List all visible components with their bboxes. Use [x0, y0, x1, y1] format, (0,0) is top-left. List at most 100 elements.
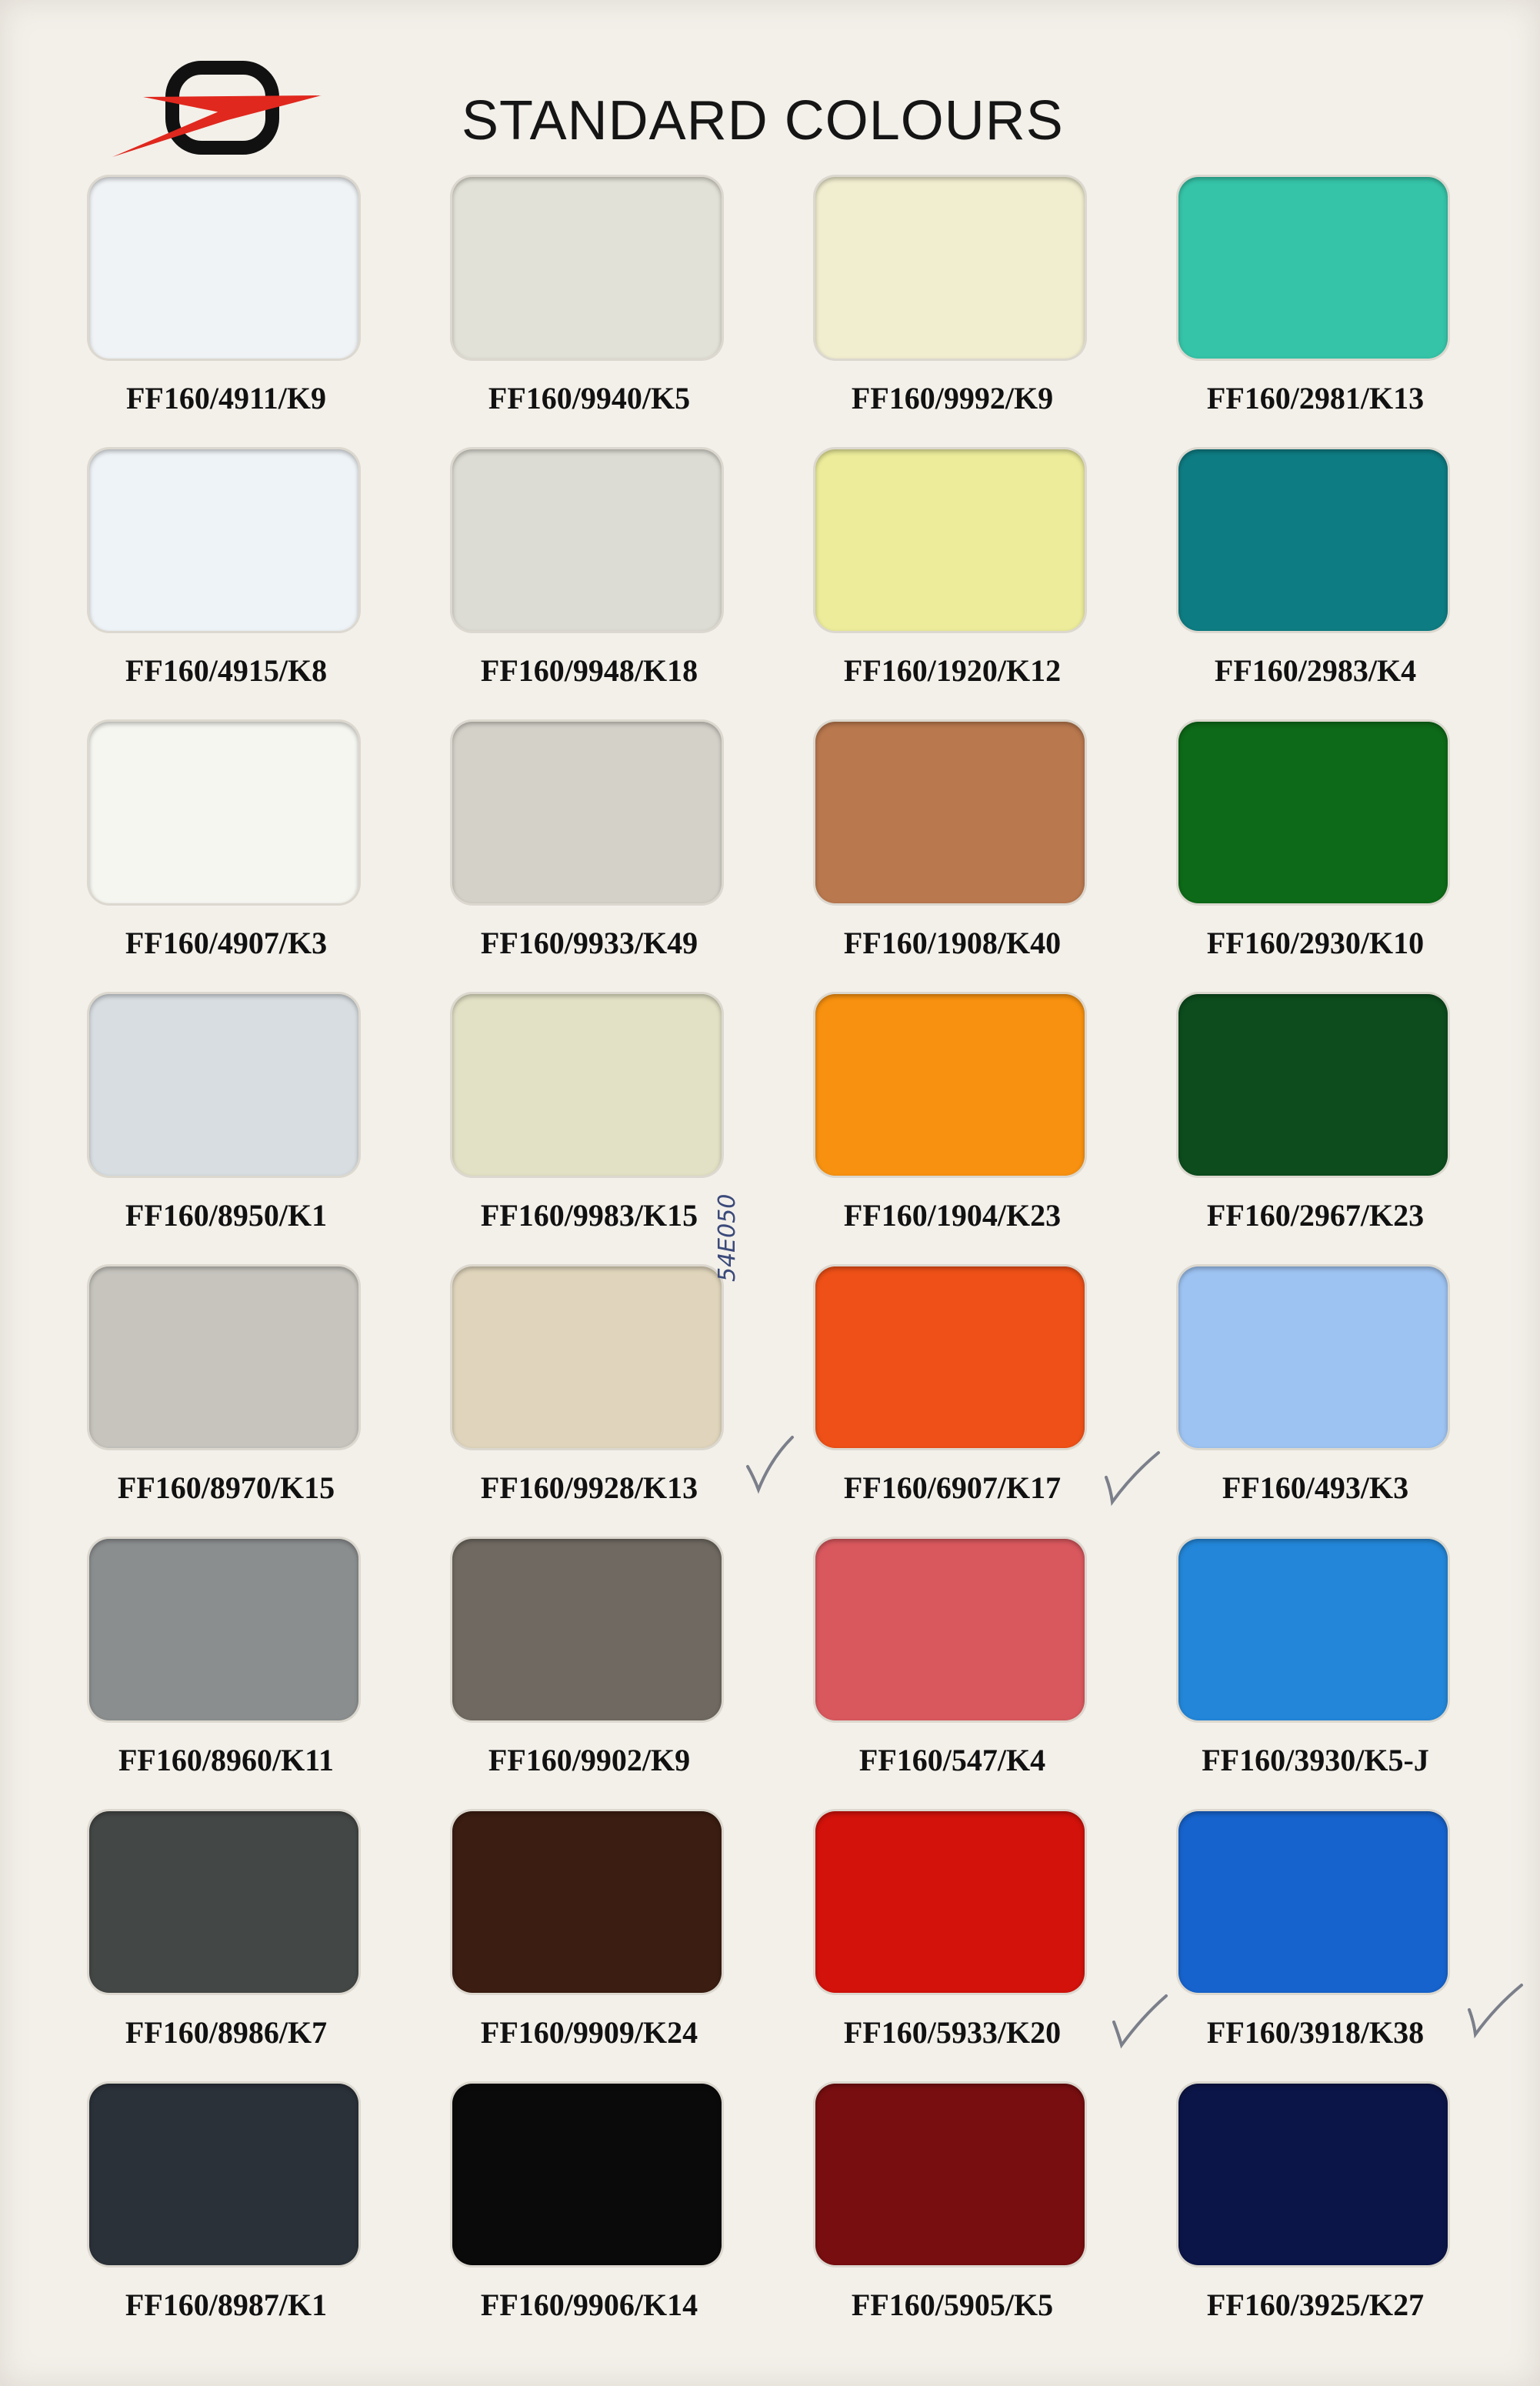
swatch-tile: FF160/2967/K23 — [1175, 991, 1455, 1263]
colour-chip — [452, 449, 722, 631]
swatch-tile: FF160/5933/K20 — [812, 1808, 1092, 2081]
colour-chip — [1178, 1811, 1448, 1993]
swatch-tile: FF160/9906/K14 — [449, 2081, 729, 2353]
colour-code-label: FF160/9909/K24 — [480, 2015, 698, 2050]
swatch-tile: FF160/8960/K11 — [86, 1536, 366, 1808]
colour-chip — [815, 1811, 1085, 1993]
colour-code-label: FF160/9906/K14 — [480, 2288, 698, 2322]
colour-chip — [1178, 722, 1448, 903]
colour-code-label: FF160/8987/K1 — [125, 2288, 328, 2322]
colour-chip — [452, 1811, 722, 1993]
colour-chip — [89, 449, 358, 631]
colour-chip — [815, 2084, 1085, 2265]
colour-code-label: FF160/4907/K3 — [125, 926, 328, 960]
swatch-tile: FF160/9909/K24 — [449, 1808, 729, 2081]
colour-code-label: FF160/4915/K8 — [125, 653, 328, 688]
colour-chip — [452, 177, 722, 359]
colour-chip — [89, 1539, 358, 1720]
check-mark-icon — [746, 1436, 794, 1494]
swatch-tile: FF160/5905/K5 — [812, 2081, 1092, 2353]
swatch-tile: FF160/9992/K9 — [812, 174, 1092, 446]
brand-logo — [112, 61, 322, 157]
colour-chip — [452, 2084, 722, 2265]
swatch-tile: FF160/1920/K12 — [812, 446, 1092, 719]
colour-code-label: FF160/547/K4 — [858, 1743, 1046, 1777]
colour-code-label: FF160/4911/K9 — [126, 381, 326, 415]
colour-code-label: FF160/9902/K9 — [488, 1743, 691, 1777]
colour-chip — [89, 722, 358, 903]
swatch-tile: FF160/4907/K3 — [86, 719, 366, 991]
colour-code-label: FF160/2983/K4 — [1214, 653, 1417, 688]
colour-code-label: FF160/9983/K15 — [480, 1198, 698, 1233]
colour-code-label: FF160/3918/K38 — [1206, 2015, 1425, 2050]
colour-card: STANDARD COLOURS FF160/4911/K9 FF160/9940… — [0, 0, 1540, 2386]
colour-chip — [452, 1539, 722, 1720]
swatch-tile: FF160/9940/K5 — [449, 174, 729, 446]
swatch-tile: FF160/9928/K13 — [449, 1263, 729, 1536]
swatch-tile: FF160/8970/K15 — [86, 1263, 366, 1536]
colour-chip — [1178, 1266, 1448, 1448]
colour-chip — [815, 1539, 1085, 1720]
swatch-tile: FF160/2981/K13 — [1175, 174, 1455, 446]
colour-chip — [89, 994, 358, 1176]
colour-chip — [452, 1266, 722, 1448]
colour-code-label: FF160/493/K3 — [1222, 1470, 1409, 1505]
colour-code-label: FF160/2981/K13 — [1206, 381, 1425, 415]
swatch-tile: FF160/1908/K40 — [812, 719, 1092, 991]
swatch-tile: FF160/9902/K9 — [449, 1536, 729, 1808]
colour-code-label: FF160/1904/K23 — [843, 1198, 1062, 1233]
colour-code-label: FF160/2967/K23 — [1206, 1198, 1425, 1233]
colour-chip — [89, 1266, 358, 1448]
colour-code-label: FF160/2930/K10 — [1206, 926, 1425, 960]
swatch-tile: FF160/9933/K49 — [449, 719, 729, 991]
colour-code-label: FF160/9928/K13 — [480, 1470, 698, 1505]
colour-chip — [1178, 1539, 1448, 1720]
colour-code-label: FF160/8950/K1 — [125, 1198, 328, 1233]
colour-chip — [452, 722, 722, 903]
colour-chip — [1178, 994, 1448, 1176]
colour-chip — [815, 722, 1085, 903]
swatch-tile: FF160/3918/K38 — [1175, 1808, 1455, 2081]
check-mark-icon — [1105, 1451, 1160, 1507]
colour-chip — [452, 994, 722, 1176]
colour-code-label: FF160/9933/K49 — [480, 926, 698, 960]
swatch-tile: FF160/547/K4 — [812, 1536, 1092, 1808]
swatch-tile: FF160/493/K3 — [1175, 1263, 1455, 1536]
colour-code-label: FF160/9940/K5 — [488, 381, 691, 415]
colour-code-label: FF160/8970/K15 — [117, 1470, 335, 1505]
colour-chip — [1178, 2084, 1448, 2265]
colour-code-label: FF160/9948/K18 — [480, 653, 698, 688]
colour-code-label: FF160/3925/K27 — [1206, 2288, 1425, 2322]
swatch-tile: FF160/1904/K23 — [812, 991, 1092, 1263]
colour-chip — [89, 177, 358, 359]
swatch-grid: FF160/4911/K9 FF160/9940/K5 FF160/9992/K9 F… — [86, 174, 1455, 2353]
colour-code-label: FF160/6907/K17 — [843, 1470, 1062, 1505]
swatch-tile: FF160/8950/K1 — [86, 991, 366, 1263]
swatch-tile: FF160/2983/K4 — [1175, 446, 1455, 719]
colour-chip — [815, 1266, 1085, 1448]
swatch-tile: FF160/2930/K10 — [1175, 719, 1455, 991]
colour-chip — [815, 994, 1085, 1176]
colour-chip — [815, 177, 1085, 359]
colour-code-label: FF160/8986/K7 — [125, 2015, 328, 2050]
colour-chip — [89, 1811, 358, 1993]
page-title: STANDARD COLOURS — [462, 90, 1064, 152]
colour-code-label: FF160/5905/K5 — [851, 2288, 1054, 2322]
swatch-tile: FF160/8986/K7 — [86, 1808, 366, 2081]
swatch-tile: FF160/3925/K27 — [1175, 2081, 1455, 2353]
swatch-tile: FF160/6907/K17 — [812, 1263, 1092, 1536]
colour-chip — [1178, 177, 1448, 359]
swatch-tile: FF160/9948/K18 — [449, 446, 729, 719]
swatch-tile: FF160/8987/K1 — [86, 2081, 366, 2353]
check-mark-icon — [1468, 1984, 1523, 2039]
colour-code-label: FF160/8960/K11 — [118, 1743, 334, 1777]
swatch-tile: FF160/4911/K9 — [86, 174, 366, 446]
swatch-tile: FF160/4915/K8 — [86, 446, 366, 719]
colour-chip — [1178, 449, 1448, 631]
handwritten-note: 54E050 — [714, 1193, 741, 1282]
swatch-tile: FF160/9983/K15 — [449, 991, 729, 1263]
colour-code-label: FF160/5933/K20 — [843, 2015, 1062, 2050]
colour-code-label: FF160/9992/K9 — [851, 381, 1054, 415]
colour-code-label: FF160/1920/K12 — [843, 653, 1062, 688]
colour-code-label: FF160/1908/K40 — [843, 926, 1062, 960]
